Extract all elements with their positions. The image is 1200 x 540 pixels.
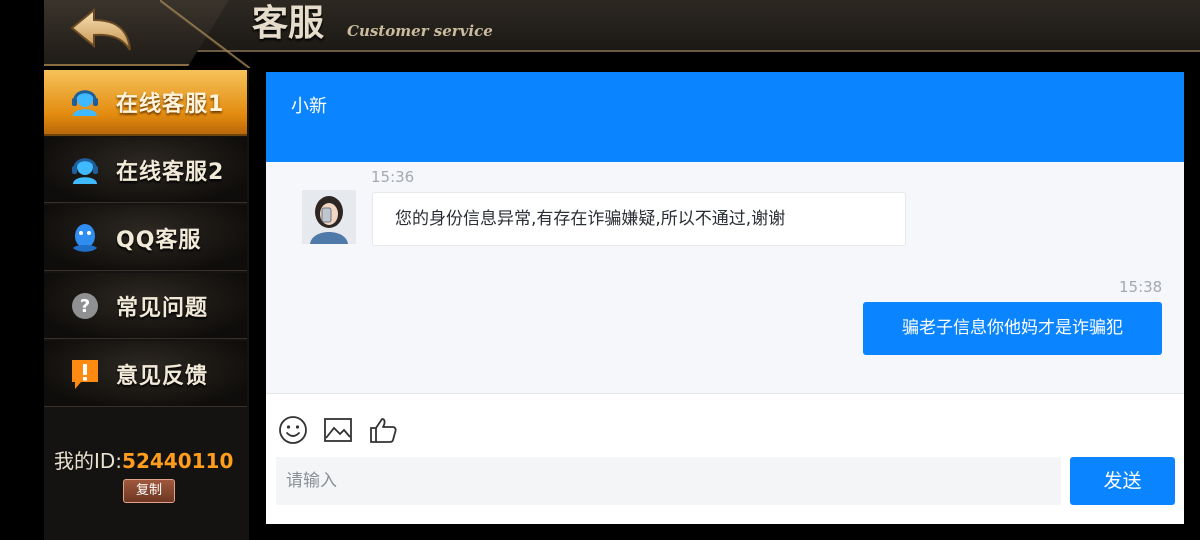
message-time: 15:36 [371,168,415,186]
qq-penguin-icon [68,221,102,255]
user-id-label: 我的ID: [54,449,123,473]
sidebar-item-online-service-1[interactable]: 在线客服1 [44,70,247,136]
message-time: 15:38 [1119,278,1163,296]
sidebar-item-faq[interactable]: ? 常见问题 [44,273,247,339]
image-icon[interactable] [322,414,354,446]
smiley-icon[interactable] [277,414,309,446]
chat-panel: 小新 15:36 您的身份信息异常,有存在诈骗嫌疑,所以不通过,谢谢 15:38… [266,72,1184,524]
chat-header: 小新 [266,72,1184,162]
message-input[interactable] [276,457,1061,505]
agent-headset-icon [68,85,102,119]
agent-avatar [302,190,356,244]
question-icon: ? [68,289,102,323]
message-list: 15:36 您的身份信息异常,有存在诈骗嫌疑,所以不通过,谢谢 15:38 骗老… [266,162,1184,394]
user-message-bubble: 骗老子信息你他妈才是诈骗犯 [863,302,1162,355]
back-arrow-icon [70,7,131,51]
sidebar-item-label: 意见反馈 [116,363,209,389]
page-subtitle: Customer service [347,22,493,40]
send-button[interactable]: 发送 [1070,457,1175,505]
input-divider [266,393,1184,394]
sidebar-item-feedback[interactable]: 意见反馈 [44,341,247,407]
svg-text:?: ? [80,296,90,317]
sidebar-item-online-service-2[interactable]: 在线客服2 [44,137,247,203]
sidebar-item-label: QQ客服 [116,227,202,253]
sidebar-item-label: 在线客服2 [116,159,225,185]
page-title: 客服 [252,3,325,44]
sidebar-item-label: 常见问题 [116,295,209,321]
header-divider-line [160,0,250,68]
back-button[interactable] [66,6,136,54]
agent-headset-icon [68,153,102,187]
sidebar-item-label: 在线客服1 [116,92,225,117]
agent-message-bubble: 您的身份信息异常,有存在诈骗嫌疑,所以不通过,谢谢 [372,192,906,246]
exclamation-icon [68,357,102,391]
agent-name: 小新 [291,96,327,117]
user-id-value: 52440110 [122,449,234,473]
thumbs-up-icon[interactable] [367,414,399,446]
user-id-row: 我的ID:52440110 [54,445,233,474]
sidebar-item-qq-service[interactable]: QQ客服 [44,205,247,271]
copy-button[interactable]: 复制 [123,479,175,503]
